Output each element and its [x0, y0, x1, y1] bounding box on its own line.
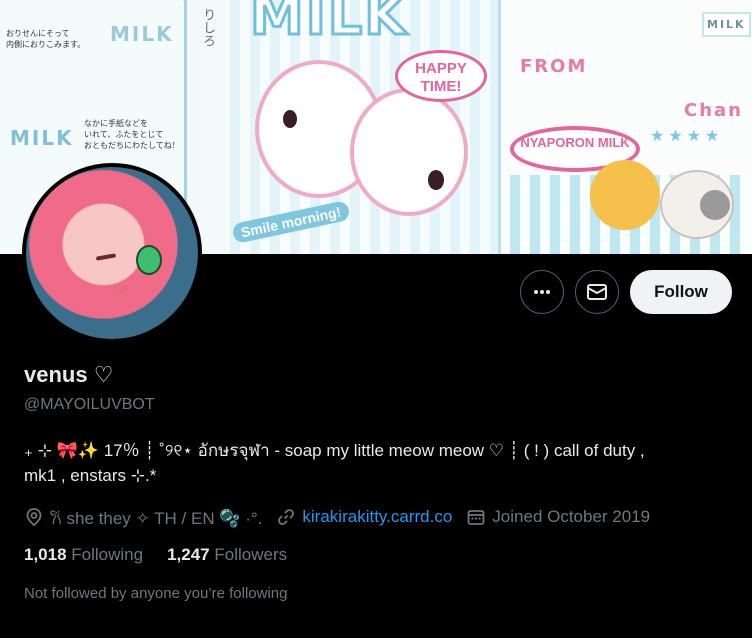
joined-item: Joined October 2019 [466, 507, 650, 527]
followers-stat[interactable]: 1,247 Followers [167, 545, 287, 565]
banner-jp-note-2: なかに手紙などを いれて、ふたをとじて おともだちにわたしてね！ [84, 119, 180, 150]
calendar-icon [467, 510, 485, 525]
banner-left-milk-text-2: MILK [10, 126, 74, 150]
banner-milk-title: MILK [248, 0, 409, 49]
display-name: venus ♡ [24, 362, 114, 387]
user-handle: @MAYOILUVBOT [24, 396, 155, 413]
followers-label: Followers [214, 545, 288, 564]
profile-meta: 𐙚 she they ✧ TH / EN 🫧 ·°. kirakirakitty… [24, 504, 664, 530]
banner-from-text: FROM [520, 56, 588, 77]
website-link[interactable]: kirakirakitty.carrd.co [302, 507, 452, 527]
avatar-mouth [114, 285, 128, 293]
banner-hamster-1 [590, 160, 660, 230]
following-count: 1,018 [24, 545, 67, 564]
more-dots-icon [534, 290, 550, 294]
banner-jp-side: りしろ [201, 8, 216, 47]
location-pin-icon [26, 508, 42, 527]
social-context: Not followed by anyone you’re following [24, 585, 288, 602]
link-icon [278, 509, 295, 525]
avatar-wink [95, 253, 117, 261]
banner-speech-bubble: HAPPY TIME! [395, 50, 487, 102]
message-button[interactable] [575, 270, 619, 314]
star-icon-row: ★★★★ [650, 128, 724, 145]
profile-avatar[interactable] [22, 163, 202, 343]
location-item: 𐙚 she they ✧ TH / EN 🫧 ·°. [24, 506, 262, 529]
follow-stats: 1,018 Following 1,247 Followers [24, 545, 311, 565]
avatar-eye [136, 245, 162, 275]
banner-jp-note-1: おりせんにそって 内側におりこみます。 [6, 29, 86, 49]
banner-hamster-spot [700, 190, 730, 220]
following-stat[interactable]: 1,018 Following [24, 545, 143, 565]
banner-cat-eye-2 [428, 170, 444, 190]
banner-cat-eye [283, 110, 297, 128]
followers-count: 1,247 [167, 545, 210, 564]
profile-bio: ₊ ⊹ 🎀✨ 17％ ┊ ˚୨୧⋆ อักษรจุฬา - soap my li… [24, 438, 724, 488]
banner-carton-top: MILK [702, 12, 751, 37]
bio-line-2: mk1 , enstars ⊹.* [24, 466, 157, 485]
location-text: 𐙚 she they ✧ TH / EN 🫧 ·°. [50, 508, 263, 528]
banner-cat-2 [350, 88, 468, 216]
joined-text: Joined October 2019 [492, 507, 651, 526]
bio-line-1: ₊ ⊹ 🎀✨ 17％ ┊ ˚୨୧⋆ อักษรจุฬา - soap my li… [24, 441, 645, 460]
banner-chan-text: Chan [684, 100, 743, 121]
following-label: Following [71, 545, 144, 564]
website-item[interactable]: kirakirakitty.carrd.co [276, 507, 452, 527]
follow-button[interactable]: Follow [630, 270, 732, 314]
more-button[interactable] [520, 270, 564, 314]
envelope-icon [587, 284, 607, 300]
banner-left-milk-text: MILK [110, 22, 174, 46]
